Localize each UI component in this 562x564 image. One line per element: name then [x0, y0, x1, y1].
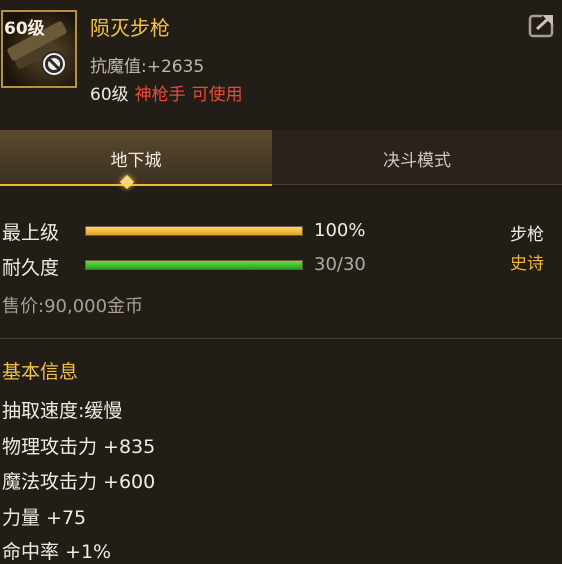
section-divider: [0, 338, 562, 339]
share-icon[interactable]: [528, 12, 556, 38]
info-line: 魔法攻击力 +600: [2, 471, 156, 493]
magic-resist-label: 抗魔值:: [90, 57, 147, 77]
no-trade-icon: [41, 51, 67, 77]
required-level: 60级: [90, 85, 129, 105]
durability-bar-fill: [86, 261, 302, 269]
tab-dungeon-label[interactable]: 地下城: [0, 146, 272, 171]
magic-resist-line: 抗魔值:+2635: [90, 52, 204, 77]
weapon-type: 步枪: [510, 225, 544, 245]
info-line: 抽取速度:缓慢: [2, 400, 123, 422]
grade-percent: 100%: [314, 220, 366, 241]
info-line: 物理攻击力 +835: [2, 436, 156, 458]
required-class: 神枪手: [134, 85, 186, 105]
grade-label: 最上级: [2, 222, 60, 244]
sell-price: 售价:90,000金币: [2, 292, 143, 318]
durability-bar: [85, 260, 303, 270]
item-name: 陨灭步枪: [90, 16, 170, 40]
basic-info-title: 基本信息: [2, 361, 79, 383]
usable-status: 可使用: [191, 85, 243, 105]
sell-price-label: 售价:: [2, 296, 45, 317]
sell-price-value: 90,000金币: [44, 296, 144, 317]
rarity-label: 史诗: [510, 254, 544, 274]
info-line: 力量 +75: [2, 507, 87, 529]
item-level-tag: 60级: [4, 19, 45, 39]
tab-duel-mode-label[interactable]: 决斗模式: [272, 146, 562, 171]
info-line: 命中率 +1%: [2, 541, 112, 563]
grade-bar-fill: [86, 227, 302, 235]
requirement-line: 60级 神枪手 可使用: [90, 80, 243, 105]
magic-resist-value: +2635: [146, 57, 205, 77]
grade-bar: [85, 226, 303, 236]
durability-value: 30/30: [314, 254, 366, 275]
durability-label: 耐久度: [2, 257, 60, 279]
